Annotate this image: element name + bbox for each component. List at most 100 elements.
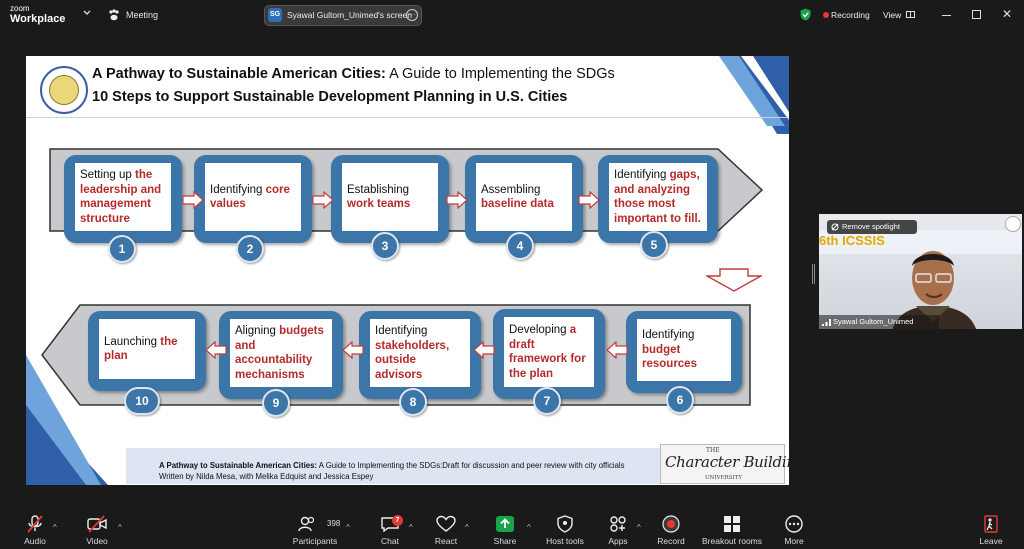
participant-name: Syawal Gultom_Unimed	[833, 317, 914, 326]
arrow-left-icon	[606, 341, 628, 359]
footer-citation: A Pathway to Sustainable American Cities…	[159, 461, 625, 470]
spotlight-icon	[831, 223, 839, 231]
host-tools-button[interactable]: Host tools	[535, 515, 595, 547]
maximize-icon[interactable]	[972, 10, 981, 19]
logo-university: UNIVERSITY	[705, 475, 742, 481]
react-options-caret[interactable]: ^	[465, 523, 469, 532]
video-label: Video	[86, 536, 108, 546]
participants-count: 398	[327, 519, 341, 528]
recording-label[interactable]: Recording	[831, 10, 870, 20]
more-icon	[785, 515, 803, 533]
react-label: React	[434, 536, 458, 546]
step-text: Identifying stakeholders, outside adviso…	[375, 325, 450, 381]
slide-title-bold: A Pathway to Sustainable American Cities…	[92, 66, 386, 82]
step-number: 5	[640, 231, 668, 259]
shield-icon	[557, 515, 573, 533]
emblem-center	[49, 75, 79, 105]
step-card-7: Developing a draft framework for the pla…	[493, 309, 605, 399]
footer-authors: Written by Nilda Mesa, with Melika Edqui…	[159, 472, 374, 481]
step-number: 10	[124, 387, 160, 415]
close-icon[interactable]: ✕	[1002, 8, 1012, 20]
footer-citation-bold: A Pathway to Sustainable American Cities…	[159, 461, 318, 470]
participants-options-caret[interactable]: ^	[346, 523, 350, 532]
arrow-right-icon	[446, 191, 468, 209]
backdrop-text: 6th ICSSIS	[819, 233, 885, 248]
university-emblem	[40, 66, 88, 114]
step-text: Assembling baseline data	[481, 183, 554, 211]
slide-title: A Pathway to Sustainable American Cities…	[92, 66, 615, 82]
video-options-caret[interactable]: ^	[118, 523, 122, 532]
step-card-2: Identifying core values	[194, 155, 312, 243]
step-card-1: Setting up the leadership and management…	[64, 155, 182, 243]
leave-label: Leave	[979, 536, 1003, 546]
app-logo-top: zoom	[10, 4, 30, 13]
sharer-avatar: SG	[268, 8, 282, 22]
step-card-3: Establishing work teams	[331, 155, 449, 243]
remove-spotlight-label[interactable]: Remove spotlight	[842, 222, 900, 231]
recording-dot-icon	[823, 12, 829, 18]
audio-label: Audio	[24, 536, 46, 546]
step-number: 3	[371, 232, 399, 260]
arrow-down-icon	[706, 268, 762, 292]
breakout-rooms-icon	[724, 516, 740, 532]
step-card-5: Identifying gaps, and analyzing those mo…	[598, 155, 718, 243]
step-text: Developing a draft framework for the pla…	[509, 324, 586, 380]
app-logo: Workplace	[10, 13, 66, 25]
shield-check-icon[interactable]	[800, 8, 811, 21]
step-card-4: Assembling baseline data	[465, 155, 583, 243]
more-label: More	[784, 536, 804, 546]
arrow-right-icon	[312, 191, 334, 209]
host-tools-label: Host tools	[546, 536, 584, 546]
slide-title-rest: A Guide to Implementing the SDGs	[385, 66, 615, 82]
share-button[interactable]: Share	[475, 515, 535, 547]
apps-label: Apps	[608, 536, 628, 546]
arrow-left-icon	[342, 341, 364, 359]
view-button[interactable]: View	[883, 10, 901, 20]
step-card-10: Launching the plan	[88, 311, 206, 391]
step-number: 6	[666, 386, 694, 414]
more-options-icon[interactable]: ···	[406, 9, 418, 21]
share-options-caret[interactable]: ^	[527, 523, 531, 532]
signal-icon	[822, 319, 831, 326]
step-text: Establishing work teams	[347, 183, 411, 211]
arrow-left-icon	[205, 341, 227, 359]
view-icon[interactable]	[906, 11, 915, 18]
slide-subtitle: 10 Steps to Support Sustainable Developm…	[92, 89, 568, 105]
corner-decoration	[719, 56, 789, 134]
breakout-rooms-button[interactable]: Breakout rooms	[702, 515, 762, 547]
breakout-rooms-label: Breakout rooms	[702, 536, 762, 546]
apps-icon	[610, 516, 626, 532]
step-number: 9	[262, 389, 290, 417]
step-card-8: Identifying stakeholders, outside adviso…	[359, 311, 481, 399]
top-bar: zoom Workplace Meeting SG Syawal Gultom_…	[0, 0, 1024, 30]
meeting-icon[interactable]	[108, 9, 120, 21]
chevron-down-icon[interactable]	[82, 8, 92, 18]
step-text: Identifying budget resources	[642, 329, 697, 371]
more-button[interactable]: More	[764, 515, 824, 547]
share-label: Share	[493, 536, 517, 546]
arrow-right-icon	[578, 191, 600, 209]
record-button[interactable]: Record	[641, 515, 701, 547]
step-text: Aligning budgets and accountability mech…	[235, 325, 324, 381]
step-text: Launching the plan	[104, 335, 178, 363]
step-text: Identifying core values	[210, 183, 290, 211]
panel-resize-handle[interactable]	[812, 264, 815, 284]
step-number: 8	[399, 388, 427, 416]
share-screen-icon	[496, 516, 514, 532]
arrow-left-icon	[473, 341, 495, 359]
step-number: 2	[236, 235, 264, 263]
minimize-icon[interactable]	[942, 15, 951, 16]
logo-name: Character Building	[665, 453, 789, 471]
heart-icon	[436, 515, 456, 532]
meeting-label[interactable]: Meeting	[126, 10, 158, 20]
record-icon	[662, 515, 680, 533]
leave-button[interactable]: Leave	[961, 515, 1021, 547]
step-number: 1	[108, 235, 136, 263]
video-off-icon	[87, 515, 107, 533]
header-divider	[26, 117, 789, 118]
chat-options-caret[interactable]: ^	[409, 523, 413, 532]
participant-video-tile[interactable]: 6th ICSSIS Remove spotlight Syawal Gulto…	[819, 214, 1022, 329]
university-logo: THE Character Building UNIVERSITY	[660, 444, 789, 484]
backdrop-logo	[1005, 216, 1021, 232]
audio-options-caret[interactable]: ^	[53, 523, 57, 532]
